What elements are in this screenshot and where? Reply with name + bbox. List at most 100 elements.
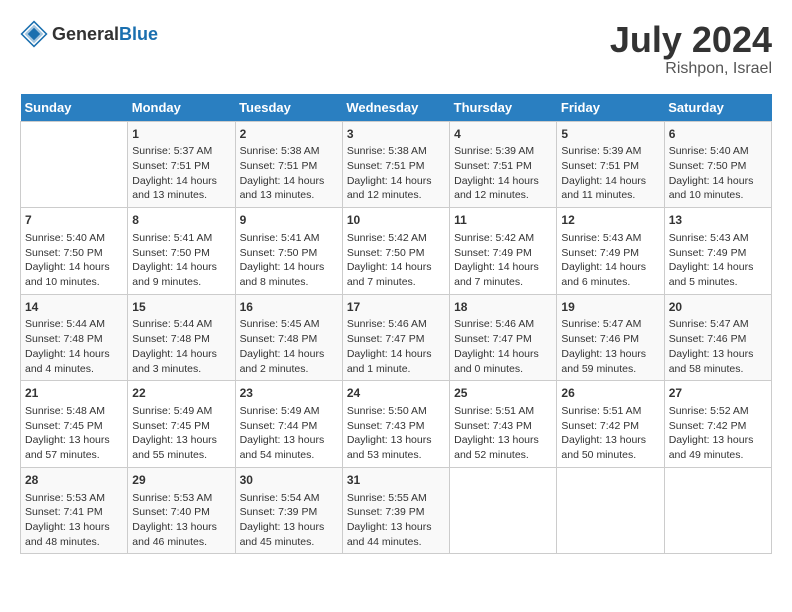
day-info-line: and 7 minutes. bbox=[454, 275, 552, 290]
header-cell-thursday: Thursday bbox=[450, 94, 557, 122]
day-info-line: Daylight: 14 hours bbox=[240, 174, 338, 189]
day-info-line: and 48 minutes. bbox=[25, 535, 123, 550]
day-info-line: Sunrise: 5:41 AM bbox=[240, 231, 338, 246]
day-info-line: Sunset: 7:48 PM bbox=[132, 332, 230, 347]
day-info-line: Sunset: 7:45 PM bbox=[25, 419, 123, 434]
day-info-line: Sunrise: 5:46 AM bbox=[347, 317, 445, 332]
week-row-3: 14Sunrise: 5:44 AMSunset: 7:48 PMDayligh… bbox=[21, 294, 772, 381]
day-number: 27 bbox=[669, 385, 767, 402]
day-info-line: Sunset: 7:46 PM bbox=[561, 332, 659, 347]
day-info-line: Sunset: 7:48 PM bbox=[240, 332, 338, 347]
day-number: 7 bbox=[25, 212, 123, 229]
header-cell-wednesday: Wednesday bbox=[342, 94, 449, 122]
day-info-line: Sunset: 7:50 PM bbox=[25, 246, 123, 261]
day-number: 23 bbox=[240, 385, 338, 402]
day-number: 20 bbox=[669, 299, 767, 316]
calendar-cell: 7Sunrise: 5:40 AMSunset: 7:50 PMDaylight… bbox=[21, 208, 128, 295]
calendar-cell: 14Sunrise: 5:44 AMSunset: 7:48 PMDayligh… bbox=[21, 294, 128, 381]
day-info-line: Sunrise: 5:54 AM bbox=[240, 491, 338, 506]
day-info-line: and 58 minutes. bbox=[669, 362, 767, 377]
day-info-line: and 8 minutes. bbox=[240, 275, 338, 290]
day-info-line: and 12 minutes. bbox=[347, 188, 445, 203]
calendar-cell: 10Sunrise: 5:42 AMSunset: 7:50 PMDayligh… bbox=[342, 208, 449, 295]
day-info-line: Sunrise: 5:43 AM bbox=[669, 231, 767, 246]
calendar-cell: 17Sunrise: 5:46 AMSunset: 7:47 PMDayligh… bbox=[342, 294, 449, 381]
day-info-line: Daylight: 13 hours bbox=[132, 433, 230, 448]
calendar-cell bbox=[450, 467, 557, 554]
day-info-line: Daylight: 13 hours bbox=[561, 433, 659, 448]
day-number: 12 bbox=[561, 212, 659, 229]
day-info-line: Sunset: 7:48 PM bbox=[25, 332, 123, 347]
day-info-line: Daylight: 14 hours bbox=[132, 260, 230, 275]
logo-icon bbox=[20, 20, 48, 48]
day-info-line: Sunset: 7:47 PM bbox=[347, 332, 445, 347]
day-info-line: Sunset: 7:43 PM bbox=[454, 419, 552, 434]
day-info-line: Sunrise: 5:52 AM bbox=[669, 404, 767, 419]
page-header: GeneralBlue July 2024 Rishpon, Israel bbox=[20, 20, 772, 78]
calendar-cell: 29Sunrise: 5:53 AMSunset: 7:40 PMDayligh… bbox=[128, 467, 235, 554]
day-info-line: and 57 minutes. bbox=[25, 448, 123, 463]
day-info-line: Sunrise: 5:50 AM bbox=[347, 404, 445, 419]
day-number: 28 bbox=[25, 472, 123, 489]
day-info-line: Daylight: 13 hours bbox=[240, 520, 338, 535]
day-info-line: Daylight: 14 hours bbox=[454, 174, 552, 189]
day-info-line: Sunrise: 5:39 AM bbox=[561, 144, 659, 159]
day-info-line: Sunset: 7:42 PM bbox=[669, 419, 767, 434]
day-info-line: Daylight: 14 hours bbox=[347, 260, 445, 275]
day-info-line: and 6 minutes. bbox=[561, 275, 659, 290]
day-number: 1 bbox=[132, 126, 230, 143]
day-number: 25 bbox=[454, 385, 552, 402]
day-info-line: and 10 minutes. bbox=[669, 188, 767, 203]
day-info-line: Sunset: 7:47 PM bbox=[454, 332, 552, 347]
day-info-line: Sunset: 7:39 PM bbox=[347, 505, 445, 520]
day-info-line: Sunrise: 5:42 AM bbox=[347, 231, 445, 246]
day-info-line: Daylight: 13 hours bbox=[561, 347, 659, 362]
day-number: 4 bbox=[454, 126, 552, 143]
calendar-cell: 31Sunrise: 5:55 AMSunset: 7:39 PMDayligh… bbox=[342, 467, 449, 554]
day-number: 31 bbox=[347, 472, 445, 489]
day-info-line: Sunrise: 5:46 AM bbox=[454, 317, 552, 332]
day-info-line: Sunrise: 5:42 AM bbox=[454, 231, 552, 246]
day-info-line: Daylight: 14 hours bbox=[454, 260, 552, 275]
day-info-line: Sunrise: 5:44 AM bbox=[25, 317, 123, 332]
header-cell-saturday: Saturday bbox=[664, 94, 771, 122]
day-info-line: Sunrise: 5:38 AM bbox=[347, 144, 445, 159]
day-info-line: Sunset: 7:50 PM bbox=[240, 246, 338, 261]
day-info-line: and 50 minutes. bbox=[561, 448, 659, 463]
calendar-cell: 19Sunrise: 5:47 AMSunset: 7:46 PMDayligh… bbox=[557, 294, 664, 381]
day-info-line: and 12 minutes. bbox=[454, 188, 552, 203]
calendar-cell: 12Sunrise: 5:43 AMSunset: 7:49 PMDayligh… bbox=[557, 208, 664, 295]
day-info-line: Daylight: 13 hours bbox=[454, 433, 552, 448]
calendar-table: SundayMondayTuesdayWednesdayThursdayFrid… bbox=[20, 94, 772, 555]
day-info-line: and 9 minutes. bbox=[132, 275, 230, 290]
day-number: 10 bbox=[347, 212, 445, 229]
day-info-line: and 7 minutes. bbox=[347, 275, 445, 290]
calendar-cell: 18Sunrise: 5:46 AMSunset: 7:47 PMDayligh… bbox=[450, 294, 557, 381]
day-info-line: Sunset: 7:50 PM bbox=[132, 246, 230, 261]
calendar-cell: 8Sunrise: 5:41 AMSunset: 7:50 PMDaylight… bbox=[128, 208, 235, 295]
calendar-cell: 27 Sunrise: 5:52 AMSunset: 7:42 PMDayligh… bbox=[664, 381, 771, 468]
day-info-line: and 54 minutes. bbox=[240, 448, 338, 463]
calendar-cell bbox=[664, 467, 771, 554]
day-info-line: Daylight: 13 hours bbox=[669, 347, 767, 362]
day-info-line: Sunrise: 5:49 AM bbox=[240, 404, 338, 419]
logo-text-general: General bbox=[52, 24, 119, 45]
day-info-line: Sunset: 7:41 PM bbox=[25, 505, 123, 520]
day-info-line: Daylight: 14 hours bbox=[347, 174, 445, 189]
day-info-line: and 13 minutes. bbox=[240, 188, 338, 203]
day-info-line: Sunrise: 5:49 AM bbox=[132, 404, 230, 419]
day-info-line: and 59 minutes. bbox=[561, 362, 659, 377]
day-number: 9 bbox=[240, 212, 338, 229]
day-number: 5 bbox=[561, 126, 659, 143]
calendar-cell: 1Sunrise: 5:37 AMSunset: 7:51 PMDaylight… bbox=[128, 121, 235, 208]
day-number: 30 bbox=[240, 472, 338, 489]
day-info-line: Daylight: 14 hours bbox=[561, 174, 659, 189]
subtitle: Rishpon, Israel bbox=[610, 60, 772, 78]
day-info-line: Sunset: 7:45 PM bbox=[132, 419, 230, 434]
calendar-cell bbox=[557, 467, 664, 554]
day-info-line: Sunset: 7:51 PM bbox=[240, 159, 338, 174]
day-info-line: Daylight: 13 hours bbox=[669, 433, 767, 448]
day-info-line: Daylight: 13 hours bbox=[240, 433, 338, 448]
day-info-line: Sunset: 7:42 PM bbox=[561, 419, 659, 434]
day-info-line: Daylight: 14 hours bbox=[25, 347, 123, 362]
